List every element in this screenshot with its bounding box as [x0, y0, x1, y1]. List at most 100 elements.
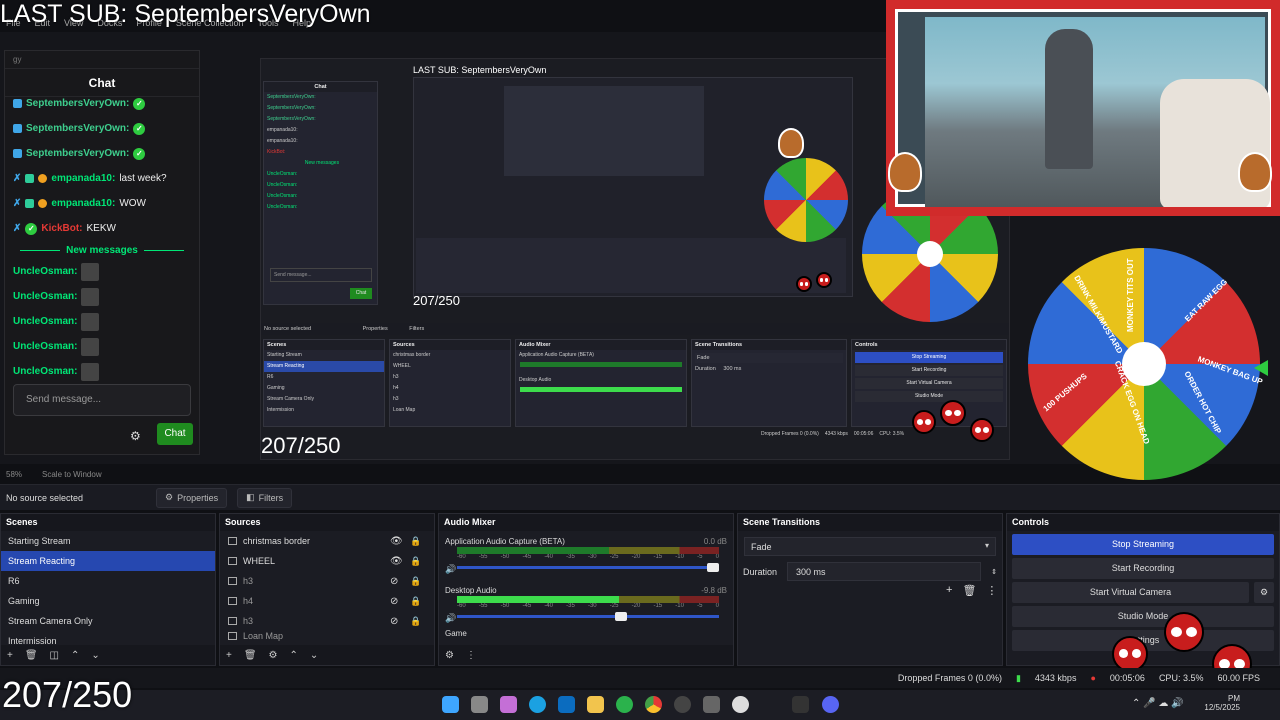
context-bar: No source selected ⚙ Properties ◧ Filters: [0, 484, 1280, 510]
obs-icon[interactable]: [674, 696, 691, 713]
lock-icon[interactable]: 🔒: [410, 576, 421, 587]
xbox-icon[interactable]: [616, 696, 633, 713]
stop-streaming-button[interactable]: Stop Streaming: [1012, 534, 1274, 555]
chat-username[interactable]: UncleOsman:: [13, 366, 77, 377]
app-icon[interactable]: [792, 696, 809, 713]
scene-transitions-dock: Scene Transitions Fade ▾ Duration 300 ms …: [737, 513, 1003, 666]
source-item[interactable]: h3 ⊘ 🔒: [220, 611, 434, 631]
trash-icon[interactable]: 🗑: [25, 650, 38, 661]
chat-username[interactable]: UncleOsman:: [13, 266, 77, 277]
chat-username[interactable]: SeptembersVeryOwn:: [26, 148, 129, 159]
scene-item[interactable]: Stream Camera Only: [1, 611, 215, 631]
speaker-icon[interactable]: 🔊: [445, 613, 456, 624]
store-icon[interactable]: [703, 696, 720, 713]
chat-username[interactable]: UncleOsman:: [13, 316, 77, 327]
chat-send-button[interactable]: Chat: [157, 423, 193, 445]
chat-username[interactable]: empanada10:: [51, 173, 115, 184]
trash-icon[interactable]: 🗑: [244, 650, 257, 661]
studio-mode-button[interactable]: Studio Mode: [1012, 606, 1274, 627]
source-item[interactable]: h3 ⊘ 🔒: [220, 571, 434, 591]
gear-icon[interactable]: ⚙: [269, 650, 278, 661]
windows-start-icon[interactable]: [442, 696, 459, 713]
zoom-level[interactable]: 58%: [6, 470, 22, 479]
send-message-input[interactable]: Send message...: [13, 384, 191, 416]
scene-item[interactable]: R6: [1, 571, 215, 591]
tray-icons[interactable]: ⌃ 🎤 ☁ 🔊: [1132, 698, 1184, 709]
nested-scene: Stream Camera Only: [267, 396, 314, 402]
duration-input[interactable]: 300 ms: [787, 562, 982, 581]
file-explorer-icon[interactable]: [587, 696, 604, 713]
copilot-icon[interactable]: [500, 696, 517, 713]
volume-slider[interactable]: [457, 563, 719, 572]
chrome-icon[interactable]: [645, 696, 662, 713]
selected-source-label: No source selected: [6, 492, 84, 503]
speaker-icon[interactable]: 🔊: [445, 564, 456, 575]
new-messages-divider[interactable]: New messages: [5, 241, 199, 259]
lock-icon[interactable]: 🔒: [410, 596, 421, 607]
source-item[interactable]: Loan Map: [220, 631, 434, 641]
chat-username[interactable]: UncleOsman:: [13, 341, 77, 352]
nested-start-recording: Start Recording: [855, 365, 1003, 376]
eye-icon[interactable]: 👁: [390, 536, 403, 547]
nested-mixer: Audio Mixer Application Audio Capture (B…: [515, 339, 687, 427]
chevron-down-icon[interactable]: ⌄: [310, 650, 318, 661]
scene-item[interactable]: Starting Stream: [1, 531, 215, 551]
chat-username[interactable]: SeptembersVeryOwn:: [26, 98, 129, 109]
volume-knob[interactable]: [707, 563, 719, 572]
chat-username[interactable]: SeptembersVeryOwn:: [26, 123, 129, 134]
chevron-up-icon[interactable]: ⌃: [290, 650, 298, 661]
lock-icon[interactable]: 🔒: [410, 556, 421, 567]
stepper-icon[interactable]: ⇕: [991, 568, 997, 576]
eye-hidden-icon[interactable]: ⊘: [390, 616, 398, 627]
nested-source: h3: [393, 374, 399, 380]
start-recording-button[interactable]: Start Recording: [1012, 558, 1274, 579]
start-virtual-camera-button[interactable]: Start Virtual Camera: [1012, 582, 1249, 603]
eye-hidden-icon[interactable]: ⊘: [390, 576, 398, 587]
nested-msg: UncleOsman:: [267, 171, 298, 177]
more-options-icon[interactable]: ⋮: [466, 650, 476, 661]
eye-icon[interactable]: 👁: [390, 556, 403, 567]
volume-slider[interactable]: [457, 612, 719, 621]
filters-button[interactable]: ◧ Filters: [237, 487, 293, 508]
task-view-icon[interactable]: [471, 696, 488, 713]
volume-knob[interactable]: [615, 612, 628, 621]
chat-search[interactable]: gy: [5, 51, 199, 69]
transition-select[interactable]: Fade ▾: [744, 537, 996, 556]
scale-mode[interactable]: Scale to Window: [42, 470, 102, 479]
nested-start-virtual-camera: Start Virtual Camera: [855, 378, 1003, 389]
source-item[interactable]: WHEEL 👁 🔒: [220, 551, 434, 571]
mixer-settings-icon[interactable]: ⚙: [445, 650, 454, 661]
add-icon[interactable]: +: [7, 650, 13, 661]
trash-icon[interactable]: 🗑: [962, 584, 976, 597]
edge-icon[interactable]: [529, 696, 546, 713]
discord-icon[interactable]: [822, 696, 839, 713]
properties-button[interactable]: ⚙ Properties: [156, 487, 228, 508]
emote-icon: [81, 287, 100, 306]
source-item[interactable]: christmas border 👁 🔒: [220, 531, 434, 551]
scene-item-selected[interactable]: Stream Reacting: [1, 551, 215, 571]
clock[interactable]: PM 12/5/2025: [1204, 694, 1240, 712]
virtual-camera-settings-gear-icon[interactable]: ⚙: [1254, 582, 1274, 603]
nested-cpu: CPU: 3.5%: [879, 431, 905, 437]
eye-hidden-icon[interactable]: ⊘: [390, 596, 398, 607]
chevron-up-icon[interactable]: ⌃: [71, 650, 79, 661]
more-options-icon[interactable]: ⋮: [986, 584, 997, 597]
chat-username[interactable]: KickBot:: [41, 223, 82, 234]
meter-tick: -20: [631, 603, 641, 609]
source-item[interactable]: h4 ⊘ 🔒: [220, 591, 434, 611]
chat-message: SeptembersVeryOwn: ✓: [5, 116, 199, 141]
add-icon[interactable]: +: [946, 584, 952, 597]
scene-item[interactable]: Gaming: [1, 591, 215, 611]
lock-icon[interactable]: 🔒: [410, 616, 421, 627]
nested-filters: Filters: [409, 326, 425, 332]
filter-icon[interactable]: ◫: [50, 650, 59, 661]
sub-badge-icon: [13, 149, 22, 158]
outlook-icon[interactable]: [558, 696, 575, 713]
alien-icon[interactable]: [732, 696, 749, 713]
add-icon[interactable]: +: [226, 650, 232, 661]
chat-username[interactable]: empanada10:: [51, 198, 115, 209]
chat-settings-gear-icon[interactable]: ⚙: [130, 429, 141, 443]
chevron-down-icon[interactable]: ⌄: [91, 650, 99, 661]
lock-icon[interactable]: 🔒: [410, 536, 421, 547]
chat-username[interactable]: UncleOsman:: [13, 291, 77, 302]
